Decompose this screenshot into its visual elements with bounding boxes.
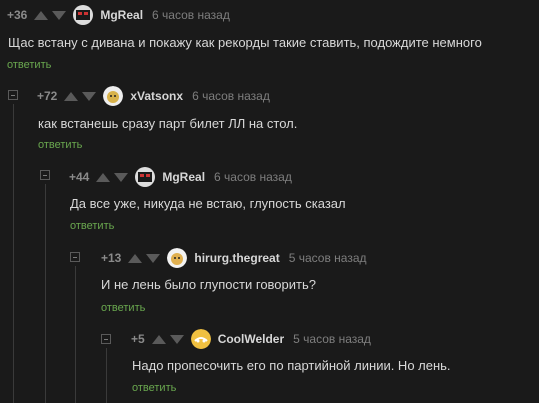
upvote-icon[interactable] [34, 10, 49, 20]
comment-time[interactable]: 5 часов назад [293, 332, 371, 346]
comment-score: +72 [37, 89, 58, 103]
comment-time[interactable]: 6 часов назад [192, 89, 270, 103]
upvote-icon[interactable] [64, 91, 79, 101]
avatar[interactable] [73, 5, 94, 25]
comment-time[interactable]: 5 часов назад [289, 251, 367, 265]
avatar[interactable] [135, 167, 156, 187]
upvote-icon[interactable] [151, 334, 166, 344]
collapse-toggle-2[interactable] [40, 170, 50, 180]
collapse-toggle-4[interactable] [101, 334, 111, 344]
thread-line-4[interactable] [106, 348, 107, 403]
comment-author[interactable]: hirurg.thegreat [194, 251, 279, 265]
comment-text: Да все уже, никуда не встаю, глупость ск… [70, 196, 346, 211]
reply-link[interactable]: ответить [101, 302, 145, 314]
avatar[interactable] [103, 86, 124, 106]
thread-line-2[interactable] [45, 184, 46, 403]
upvote-icon[interactable] [128, 253, 143, 263]
reply-link[interactable]: ответить [7, 59, 51, 71]
comment-header: +5 CoolWelder 5 часов назад [131, 329, 371, 349]
comment-score: +36 [7, 8, 28, 22]
comment-author[interactable]: MgReal [100, 8, 143, 22]
downvote-icon[interactable] [146, 253, 161, 263]
comment-text: И не лень было глупости говорить? [101, 277, 316, 292]
downvote-icon[interactable] [52, 10, 67, 20]
upvote-icon[interactable] [96, 172, 111, 182]
downvote-icon[interactable] [114, 172, 129, 182]
comment-score: +44 [69, 170, 90, 184]
avatar[interactable] [190, 329, 211, 349]
avatar[interactable] [167, 248, 188, 268]
comment-score: +13 [101, 251, 122, 265]
comment-text: Надо пропесочить его по партийной линии.… [132, 358, 451, 373]
comment-text: как встанешь сразу парт билет ЛЛ на стол… [38, 116, 298, 131]
comment-author[interactable]: xVatsonx [130, 89, 183, 103]
comment-header: +72 xVatsonx 6 часов назад [37, 86, 270, 106]
comment-score: +5 [131, 332, 145, 346]
comment-text: Щас встану с дивана и покажу как рекорды… [8, 35, 482, 50]
collapse-toggle-1[interactable] [8, 90, 18, 100]
reply-link[interactable]: ответить [132, 382, 176, 394]
downvote-icon[interactable] [82, 91, 97, 101]
comment-header: +44 MgReal 6 часов назад [69, 167, 292, 187]
comment-header: +36 MgReal 6 часов назад [7, 5, 230, 25]
reply-link[interactable]: ответить [70, 220, 114, 232]
comment-time[interactable]: 6 часов назад [152, 8, 230, 22]
thread-line-3[interactable] [75, 266, 76, 403]
comment-header: +13 hirurg.thegreat 5 часов назад [101, 248, 367, 268]
comment-author[interactable]: CoolWelder [218, 332, 284, 346]
comment-time[interactable]: 6 часов назад [214, 170, 292, 184]
downvote-icon[interactable] [169, 334, 184, 344]
reply-link[interactable]: ответить [38, 139, 82, 151]
collapse-toggle-3[interactable] [70, 252, 80, 262]
thread-line-1[interactable] [13, 104, 14, 403]
comment-author[interactable]: MgReal [162, 170, 205, 184]
